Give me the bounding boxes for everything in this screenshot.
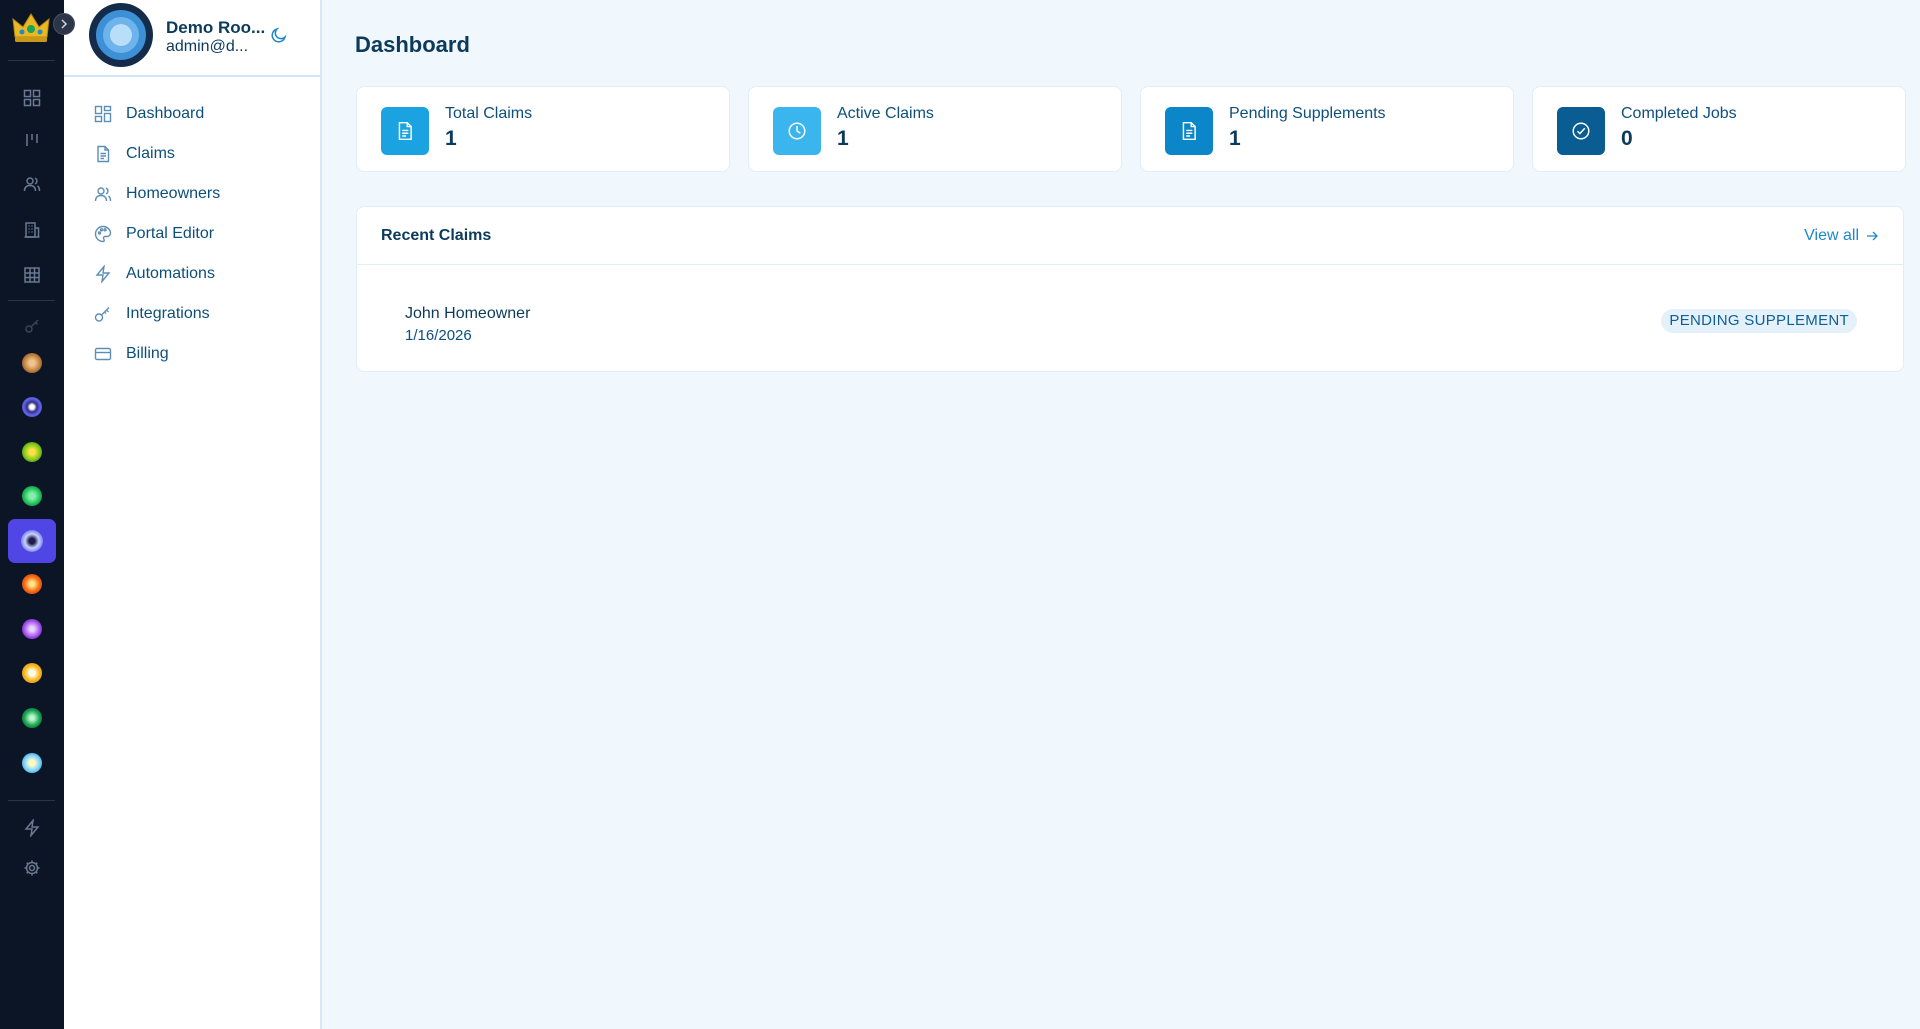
rail-divider [8, 800, 55, 801]
clock-icon [773, 107, 821, 155]
view-all-link[interactable]: View all [1804, 227, 1879, 245]
stat-card-total-claims[interactable]: Total Claims 1 [356, 86, 730, 172]
sidebar-item-integrations[interactable]: Integrations [64, 294, 320, 334]
view-all-label: View all [1804, 227, 1859, 244]
sidebar-item-label: Homeowners [126, 185, 221, 202]
avatar[interactable] [89, 3, 153, 67]
claim-row[interactable]: John Homeowner 1/16/2026 PENDING SUPPLEM… [357, 265, 1903, 371]
stat-card-completed-jobs[interactable]: Completed Jobs 0 [1532, 86, 1906, 172]
document-icon [1165, 107, 1213, 155]
rail-users-icon[interactable] [14, 166, 50, 202]
palette-icon [93, 224, 113, 244]
workspace-orb-amber[interactable] [14, 345, 50, 381]
moon-icon[interactable] [268, 24, 290, 46]
profile-header[interactable]: Demo Roo... admin@d... [64, 0, 320, 77]
document-icon [93, 144, 113, 164]
rail-building-icon[interactable] [14, 212, 50, 248]
key-icon [93, 304, 113, 324]
stat-label: Active Claims [837, 105, 934, 122]
stat-label: Completed Jobs [1621, 105, 1737, 122]
rail-settings-gear-icon[interactable] [14, 850, 50, 886]
profile-email: admin@d... [166, 38, 249, 55]
sidebar-item-label: Dashboard [126, 105, 205, 122]
sidebar-item-label: Integrations [126, 305, 210, 322]
arrow-right-icon [1867, 231, 1878, 241]
recent-claims-header: Recent Claims View all [357, 207, 1903, 265]
rail-table-icon[interactable] [14, 257, 50, 293]
workspace-orb-indigo[interactable] [14, 389, 50, 425]
stat-card-active-claims[interactable]: Active Claims 1 [748, 86, 1122, 172]
rail-kanban-icon[interactable] [14, 122, 50, 158]
rail-lightning-icon[interactable] [14, 810, 50, 846]
stat-value: 1 [1229, 127, 1241, 150]
dashboard-grid-icon [93, 104, 113, 124]
users-icon [93, 184, 113, 204]
sidebar-item-automations[interactable]: Automations [64, 254, 320, 294]
rail-grid-icon[interactable] [14, 80, 50, 116]
document-icon [381, 107, 429, 155]
sidebar-item-claims[interactable]: Claims [64, 134, 320, 174]
workspace-orb-purple[interactable] [14, 611, 50, 647]
crown-logo-icon[interactable] [8, 8, 54, 48]
stat-card-pending-supplements[interactable]: Pending Supplements 1 [1140, 86, 1514, 172]
profile-name: Demo Roo... [166, 18, 266, 37]
workspace-orb-active[interactable] [8, 519, 56, 563]
rail-expand-toggle-button[interactable] [53, 13, 75, 35]
recent-claims-title: Recent Claims [381, 227, 492, 244]
claim-date: 1/16/2026 [405, 327, 472, 344]
sidebar-item-label: Automations [126, 265, 215, 282]
credit-card-icon [93, 344, 113, 364]
workspace-orb-orange[interactable] [14, 566, 50, 602]
check-circle-icon [1557, 107, 1605, 155]
chevron-right-icon [61, 19, 68, 29]
sidebar-item-label: Billing [126, 345, 169, 362]
sidebar-item-label: Portal Editor [126, 225, 215, 242]
sidebar-item-billing[interactable]: Billing [64, 334, 320, 374]
stat-label: Pending Supplements [1229, 105, 1386, 122]
rail-divider [8, 60, 55, 61]
stat-value: 1 [837, 127, 849, 150]
recent-claims-panel: Recent Claims View all John Homeowner 1/… [356, 206, 1904, 372]
page-title: Dashboard [355, 32, 470, 57]
claim-homeowner-name: John Homeowner [405, 305, 531, 322]
rail-divider [8, 300, 55, 301]
stat-value: 1 [445, 127, 457, 150]
sidebar-item-portal-editor[interactable]: Portal Editor [64, 214, 320, 254]
main-content: Dashboard Total Claims 1 Active Claims 1… [322, 0, 1920, 1029]
workspace-orb-lime[interactable] [14, 434, 50, 470]
workspace-orb-green[interactable] [14, 478, 50, 514]
sidebar-item-homeowners[interactable]: Homeowners [64, 174, 320, 214]
workspace-rail [0, 0, 75, 1029]
workspace-orb-sky[interactable] [14, 745, 50, 781]
sidebar: Demo Roo... admin@d... Dashboard Claims … [64, 0, 322, 1029]
lightning-icon [93, 264, 113, 284]
workspace-orb-yellow[interactable] [14, 655, 50, 691]
sidebar-item-label: Claims [126, 145, 175, 162]
sidebar-item-dashboard[interactable]: Dashboard [64, 94, 320, 134]
stat-value: 0 [1621, 127, 1633, 150]
sidebar-nav: Dashboard Claims Homeowners Portal Edito… [64, 94, 320, 374]
stat-label: Total Claims [445, 105, 533, 122]
workspace-orb-muted-icon[interactable] [14, 308, 50, 344]
workspace-orb-emerald[interactable] [14, 700, 50, 736]
status-badge: PENDING SUPPLEMENT [1661, 309, 1857, 333]
